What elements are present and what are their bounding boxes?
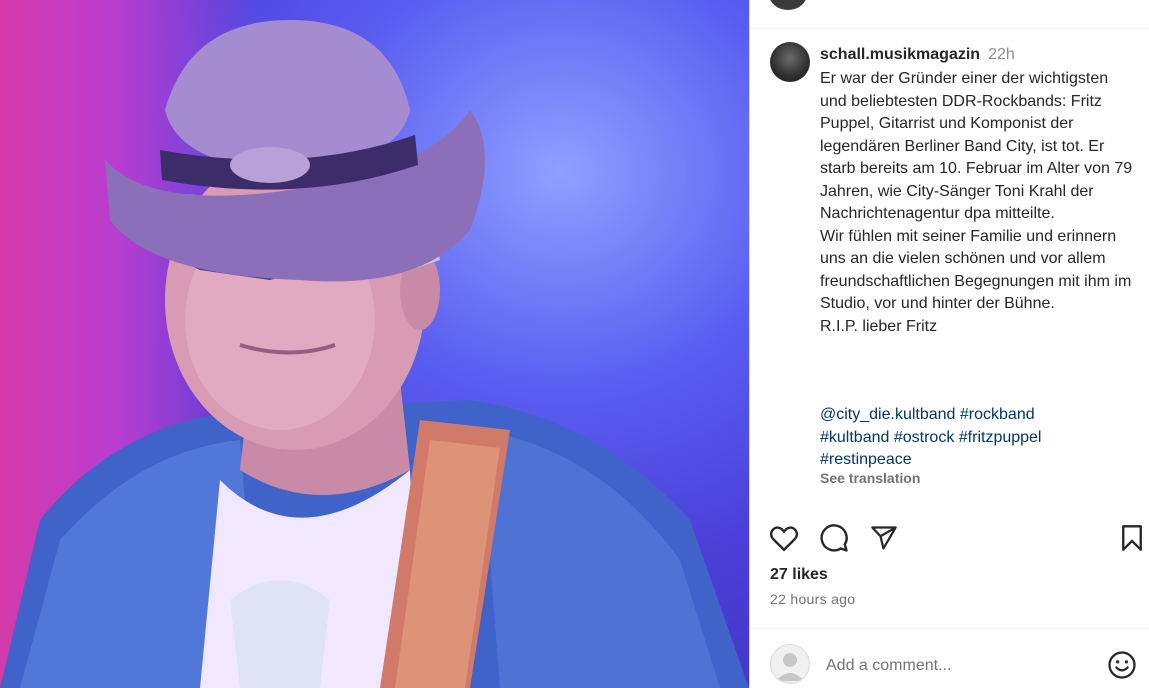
current-user-avatar <box>770 644 810 684</box>
send-icon[interactable] <box>868 520 900 556</box>
post-time[interactable]: 22h <box>988 46 1015 63</box>
smiley-icon[interactable] <box>1107 650 1137 680</box>
tag-hashtag[interactable]: #restinpeace <box>820 451 912 468</box>
tag-hashtag[interactable]: #ostrock <box>894 429 954 446</box>
action-bar <box>750 520 1149 556</box>
bookmark-icon[interactable] <box>1116 520 1148 556</box>
likes-count[interactable]: 27 likes <box>770 566 828 584</box>
caption-header: schall.musikmagazin 22h <box>820 46 1015 64</box>
tag-hashtag[interactable]: #kultband <box>820 429 889 446</box>
see-translation-link[interactable]: See translation <box>820 470 920 486</box>
posted-ago[interactable]: 22 hours ago <box>770 591 855 607</box>
divider <box>750 628 1149 629</box>
tag-mention[interactable]: @city_die.kultband <box>820 406 955 423</box>
post-caption: Er war der Gründer einer der wichtigsten… <box>820 70 1133 335</box>
heart-icon[interactable] <box>768 520 800 556</box>
musician-illustration <box>0 20 749 688</box>
post-image[interactable] <box>0 0 749 688</box>
tag-hashtag[interactable]: #fritzpuppel <box>959 429 1042 446</box>
tag-hashtag[interactable]: #rockband <box>960 406 1035 423</box>
previous-avatar <box>769 0 807 10</box>
divider <box>750 28 1149 29</box>
post-side-panel: schall.musikmagazin 22h Er war der Gründe… <box>749 0 1149 688</box>
hashtag-list: @city_die.kultband #rockband #kultband #… <box>820 404 1138 472</box>
comment-input[interactable] <box>824 650 1098 682</box>
comment-icon[interactable] <box>818 520 850 556</box>
author-avatar[interactable] <box>770 42 810 82</box>
author-username[interactable]: schall.musikmagazin <box>820 46 980 63</box>
